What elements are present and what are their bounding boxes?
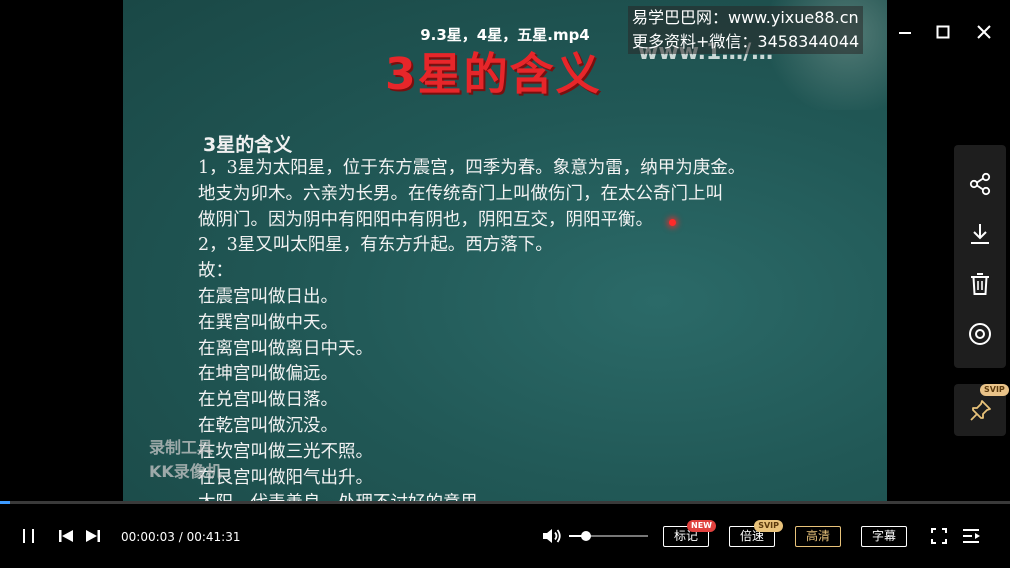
slide-line: 在巽宫叫做中天。 <box>198 312 338 333</box>
recorder-watermark-line: 录制工具 <box>149 438 214 457</box>
slide-line: 在坎宫叫做三光不照。 <box>198 441 373 462</box>
maximize-icon <box>936 25 950 39</box>
share-icon <box>969 172 991 196</box>
eye-icon <box>969 323 991 345</box>
pause-icon <box>23 529 34 543</box>
quality-button[interactable]: 高清 <box>795 526 841 547</box>
next-button[interactable] <box>84 526 102 550</box>
slide-line: 做阴门。因为阴中有阳阳中有阴也，阴阳互交，阴阳平衡。 <box>198 209 653 230</box>
site-watermark-line: 更多资料+微信：3458344044 <box>632 32 860 51</box>
laser-pointer <box>669 219 676 226</box>
close-icon <box>977 25 991 39</box>
slide-line: 地支为卯木。六亲为长男。在传统奇门上叫做伤门，在太公奇门上叫 <box>198 183 723 204</box>
minimize-icon <box>899 32 911 34</box>
volume-icon <box>543 529 561 543</box>
side-action-panel <box>954 145 1006 368</box>
slide-heading: 3星的含义 <box>203 134 293 156</box>
site-watermark-line: 易学巴巴网：www.yixue88.cn <box>632 8 859 27</box>
pin-icon <box>970 400 991 421</box>
playlist-button[interactable] <box>961 526 983 550</box>
slide-line: 在震宫叫做日出。 <box>198 286 338 307</box>
pause-button[interactable] <box>20 526 38 550</box>
svip-badge: SVIP <box>980 384 1009 396</box>
playlist-icon <box>963 529 980 543</box>
total-time: 00:41:31 <box>186 530 241 544</box>
pin-panel: SVIP <box>954 384 1009 436</box>
pin-button[interactable] <box>966 397 994 425</box>
slide-title: 3星的含义 <box>385 49 602 100</box>
speed-svip-badge: SVIP <box>754 520 783 532</box>
slide-line: 在艮宫叫做阳气出升。 <box>198 467 373 488</box>
quality-label: 高清 <box>805 529 830 543</box>
time-separator: / <box>174 530 187 544</box>
fullscreen-button[interactable] <box>929 526 949 550</box>
download-icon <box>971 224 989 244</box>
mark-button[interactable]: 标记 NEW <box>663 520 716 547</box>
close-button[interactable] <box>974 22 994 42</box>
slide-line: 故： <box>198 261 233 282</box>
subtitle-button[interactable]: 字幕 <box>861 526 907 547</box>
video-frame: 3星的含义 www.1…/… 3星的含义 1，3星为太阳星，位于东方震宫，四季为… <box>123 0 887 502</box>
download-button[interactable] <box>966 220 994 248</box>
volume-button[interactable] <box>541 526 563 550</box>
site-watermark: 易学巴巴网：www.yixue88.cn 更多资料+微信：3458344044 <box>628 6 864 54</box>
video-area[interactable]: 3星的含义 www.1…/… 3星的含义 1，3星为太阳星，位于东方震宫，四季为… <box>0 0 1010 502</box>
slide-text: 1，3星为太阳星，位于东方震宫，四季为春。象意为雷，纳甲为庚金。 地支为卯木。六… <box>198 156 878 502</box>
preview-button[interactable] <box>966 320 994 348</box>
subtitle-label: 字幕 <box>871 529 896 543</box>
delete-icon <box>971 273 989 295</box>
volume-slider[interactable] <box>569 531 648 541</box>
minimize-button[interactable] <box>895 22 915 42</box>
control-bar: 00:00:03 / 00:41:31 标记 NEW 倍速 SVIP 高清 字幕 <box>0 504 1010 568</box>
delete-button[interactable] <box>966 270 994 298</box>
slide-line: 在兑宫叫做日落。 <box>198 390 338 411</box>
previous-button[interactable] <box>57 526 75 550</box>
slide-line: 在坤宫叫做偏远。 <box>198 364 338 385</box>
previous-icon <box>59 530 73 542</box>
recorder-watermark: 录制工具 KK录像机 <box>149 436 222 484</box>
fullscreen-icon <box>931 528 947 544</box>
video-title-text: 9.3星，4星，五星.mp4 <box>420 26 590 44</box>
maximize-button[interactable] <box>933 22 953 42</box>
slide-line: 在乾宫叫做沉没。 <box>198 415 338 436</box>
time-display: 00:00:03 / 00:41:31 <box>121 530 240 544</box>
slide-line: 1，3星为太阳星，位于东方震宫，四季为春。象意为雷，纳甲为庚金。 <box>198 158 746 178</box>
slide-line: 在离宫叫做离日中天。 <box>198 338 373 359</box>
speed-button[interactable]: 倍速 SVIP <box>729 520 783 547</box>
share-button[interactable] <box>966 170 994 198</box>
recorder-watermark-line: KK录像机 <box>149 462 222 481</box>
new-badge: NEW <box>687 520 716 532</box>
volume-knob[interactable] <box>581 531 592 541</box>
next-icon <box>86 530 100 542</box>
slide-line: 2，3星又叫太阳星，有东方升起。西方落下。 <box>198 235 553 256</box>
current-time: 00:00:03 <box>121 530 175 544</box>
